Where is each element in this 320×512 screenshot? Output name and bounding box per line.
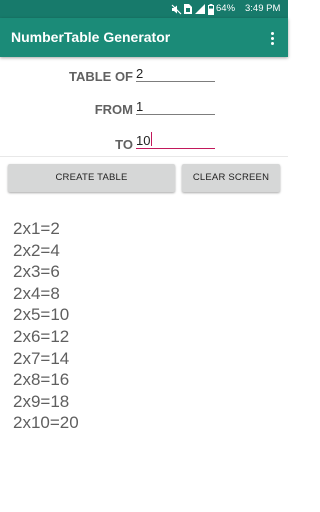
result-line: 2x6=12	[13, 326, 70, 346]
result-line: 2x7=14	[13, 348, 70, 368]
signal-icon	[194, 1, 205, 17]
sim-icon	[183, 1, 193, 17]
create-table-button[interactable]: CREATE TABLE	[8, 164, 175, 192]
from-input[interactable]	[136, 98, 215, 115]
result-line: 2x4=8	[13, 283, 60, 303]
table-results: 2x1=2 2x2=4 2x3=6 2x4=8 2x5=10 2x6=12 2x…	[13, 218, 79, 434]
result-line: 2x10=20	[13, 413, 79, 433]
app-bar: NumberTable Generator	[0, 18, 288, 57]
result-line: 2x5=10	[13, 305, 70, 325]
result-line: 2x8=16	[13, 370, 70, 390]
battery-percent: 64%	[216, 3, 236, 14]
result-line: 2x1=2	[13, 219, 60, 238]
battery-icon	[206, 1, 215, 17]
status-time: 3:49 PM	[245, 3, 281, 14]
table-of-input[interactable]	[136, 65, 215, 82]
result-line: 2x2=4	[13, 240, 60, 260]
overflow-menu-icon[interactable]	[262, 27, 282, 49]
mute-icon	[170, 1, 182, 17]
table-of-label: TABLE OF	[68, 69, 133, 84]
text-cursor	[151, 132, 152, 146]
section-divider	[0, 156, 288, 157]
result-line: 2x3=6	[13, 262, 60, 282]
status-bar: 64% 3:49 PM	[0, 0, 288, 18]
result-line: 2x9=18	[13, 391, 70, 411]
clear-screen-button[interactable]: CLEAR SCREEN	[182, 164, 280, 192]
from-label: FROM	[94, 102, 133, 117]
app-title: NumberTable Generator	[11, 29, 171, 45]
to-label: TO	[115, 137, 133, 152]
to-input[interactable]	[136, 132, 215, 149]
